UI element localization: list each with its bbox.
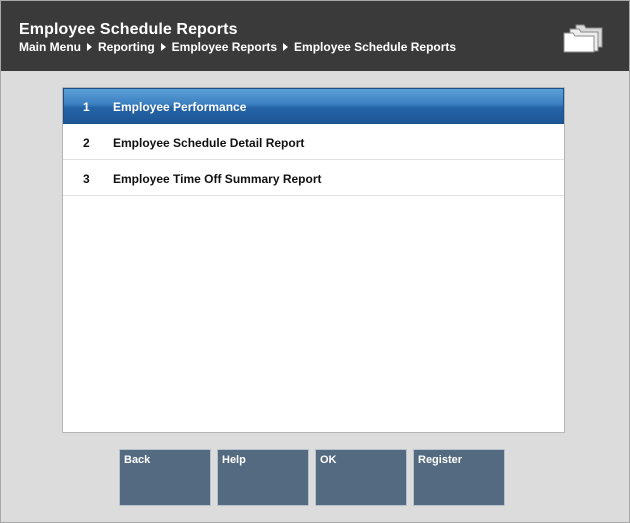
item-label: Employee Schedule Detail Report (113, 136, 305, 150)
back-button-label: Back (124, 454, 151, 466)
chevron-right-icon (283, 43, 289, 51)
report-list: 1 Employee Performance 2 Employee Schedu… (62, 87, 565, 433)
ok-button-label: OK (320, 454, 337, 466)
item-number: 3 (83, 172, 90, 186)
page-title: Employee Schedule Reports (19, 21, 238, 38)
item-number: 2 (83, 136, 90, 150)
item-label: Employee Time Off Summary Report (113, 172, 322, 186)
help-button[interactable]: Help (217, 449, 309, 506)
back-button[interactable]: Back (119, 449, 211, 506)
register-button[interactable]: Register (413, 449, 505, 506)
list-item-employee-time-off-summary-report[interactable]: 3 Employee Time Off Summary Report (63, 160, 564, 196)
item-number: 1 (83, 100, 90, 114)
item-label: Employee Performance (113, 100, 247, 114)
register-button-label: Register (418, 454, 463, 466)
breadcrumb-main-menu[interactable]: Main Menu (19, 40, 81, 54)
breadcrumb-employee-schedule-reports: Employee Schedule Reports (294, 40, 457, 54)
folder-stack-icon (563, 24, 603, 53)
breadcrumb-employee-reports[interactable]: Employee Reports (172, 40, 277, 54)
app-window: Employee Schedule Reports Main Menu Repo… (0, 0, 630, 523)
breadcrumb: Main Menu Reporting Employee Reports Emp… (19, 40, 456, 54)
ok-button[interactable]: OK (315, 449, 407, 506)
chevron-right-icon (160, 43, 166, 51)
header-bar: Employee Schedule Reports Main Menu Repo… (1, 1, 629, 71)
help-button-label: Help (222, 454, 246, 466)
list-item-employee-performance[interactable]: 1 Employee Performance (63, 88, 564, 124)
breadcrumb-reporting[interactable]: Reporting (98, 40, 155, 54)
list-item-employee-schedule-detail-report[interactable]: 2 Employee Schedule Detail Report (63, 124, 564, 160)
chevron-right-icon (87, 43, 92, 51)
